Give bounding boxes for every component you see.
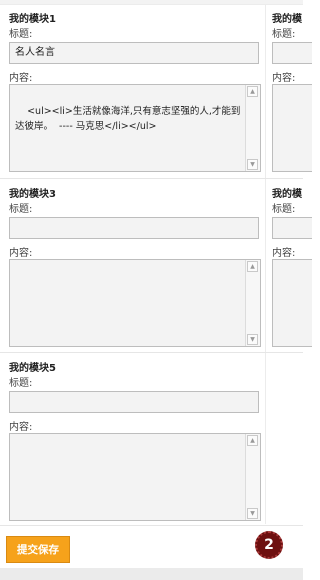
- scroll-down-icon[interactable]: ▼: [247, 334, 258, 345]
- module-3-title-label: 标题:: [9, 204, 33, 215]
- section-divider-3: [0, 525, 303, 526]
- module-5-content-textarea[interactable]: ▲ ▼: [9, 433, 261, 521]
- module-5-title-label: 标题:: [9, 378, 33, 389]
- module-2-title-input[interactable]: [272, 42, 312, 64]
- column-divider: [265, 4, 266, 524]
- module-1-content-label: 内容:: [9, 73, 33, 84]
- module-5-name: 我的模块5: [9, 363, 56, 374]
- module-3-content-textarea[interactable]: ▲ ▼: [9, 259, 261, 347]
- module-2-content-label: 内容:: [272, 73, 296, 84]
- module-4-title-input[interactable]: [272, 217, 312, 239]
- module-1-content-textarea[interactable]: <ul><li>生活就像海洋,只有意志坚强的人,才能到达彼岸。 ---- 马克思…: [9, 84, 261, 172]
- module-1-scrollbar[interactable]: ▲ ▼: [245, 85, 260, 171]
- submit-save-button[interactable]: 提交保存: [6, 536, 70, 563]
- module-3-title-input[interactable]: [9, 217, 259, 239]
- module-1-content-text: <ul><li>生活就像海洋,只有意志坚强的人,才能到达彼岸。 ---- 马克思…: [15, 106, 241, 132]
- module-3-content-label: 内容:: [9, 248, 33, 259]
- module-5-content-label: 内容:: [9, 422, 33, 433]
- footer-bar: [0, 568, 303, 580]
- module-1-name: 我的模块1: [9, 14, 56, 25]
- module-5-scrollbar[interactable]: ▲ ▼: [245, 434, 260, 520]
- module-2-content-textarea[interactable]: [272, 84, 312, 172]
- module-1-title-input[interactable]: 名人名言: [9, 42, 259, 64]
- module-3-name: 我的模块3: [9, 189, 56, 200]
- module-1-title-label: 标题:: [9, 29, 33, 40]
- module-4-title-label: 标题:: [272, 204, 296, 215]
- module-2-title-label: 标题:: [272, 29, 296, 40]
- section-divider-1: [0, 178, 303, 179]
- scroll-up-icon[interactable]: ▲: [247, 435, 258, 446]
- module-3-scrollbar[interactable]: ▲ ▼: [245, 260, 260, 346]
- scroll-up-icon[interactable]: ▲: [247, 261, 258, 272]
- top-border: [0, 0, 303, 5]
- module-4-content-label: 内容:: [272, 248, 296, 259]
- scroll-up-icon[interactable]: ▲: [247, 86, 258, 97]
- step-badge: 2: [255, 531, 283, 559]
- scroll-down-icon[interactable]: ▼: [247, 159, 258, 170]
- section-divider-2: [0, 352, 303, 353]
- scroll-down-icon[interactable]: ▼: [247, 508, 258, 519]
- module-4-name: 我的模: [272, 189, 302, 200]
- module-2-name: 我的模: [272, 14, 302, 25]
- module-5-title-input[interactable]: [9, 391, 259, 413]
- module-4-content-textarea[interactable]: [272, 259, 312, 347]
